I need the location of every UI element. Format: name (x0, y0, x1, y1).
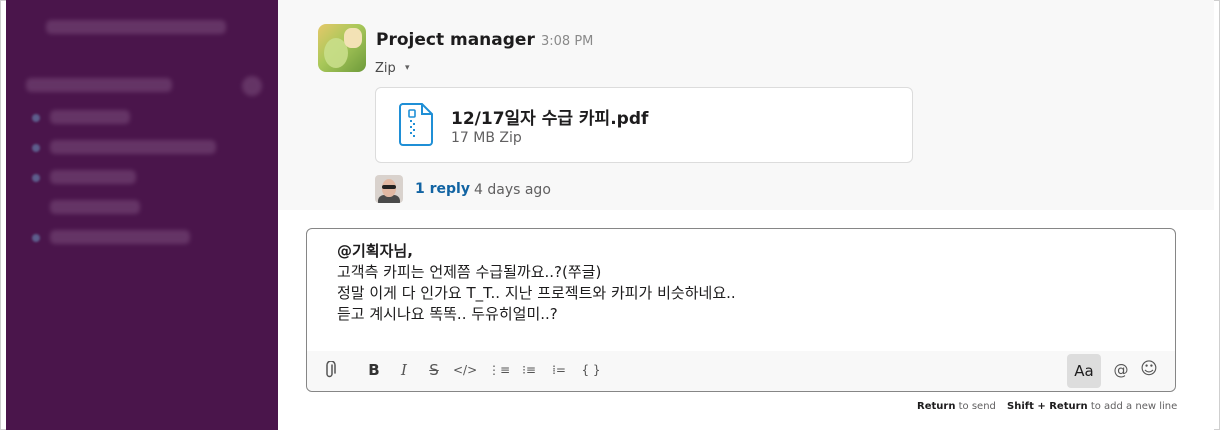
message-line: 듣고 계시나요 똑똑.. 두유히얼미..? (337, 305, 558, 323)
message-input[interactable]: @기획자님, 고객측 카피는 언제쯤 수급될까요..?(쭈글) 정말 이게 다 … (337, 241, 736, 325)
blurred-sidebar-item (50, 140, 216, 154)
file-name[interactable]: 12/17일자 수급 카피.pdf (451, 104, 648, 129)
code-block-button[interactable]: { } (579, 363, 603, 377)
newline-hint-text: to add a new line (1087, 401, 1178, 412)
block-quote-button[interactable]: ⁞= (547, 363, 571, 377)
author-name[interactable]: Project manager (376, 30, 535, 50)
thread-last-reply-time: 4 days ago (474, 182, 551, 198)
bulleted-list-button[interactable]: ⁝≡ (517, 363, 541, 377)
send-hint: Return to send (917, 401, 996, 412)
workspace-sidebar (6, 0, 278, 430)
mention-button[interactable]: @ (1111, 361, 1131, 379)
send-key: Return (917, 401, 956, 412)
newline-key: Shift + Return (1007, 401, 1088, 412)
blurred-presence-dot (32, 234, 40, 242)
attach-file-button[interactable] (321, 360, 339, 383)
blurred-sidebar-item (50, 170, 136, 184)
blurred-presence-dot (32, 144, 40, 152)
thread-reply-link[interactable]: 1 reply (415, 181, 470, 197)
file-meta: 17 MB Zip (451, 130, 522, 146)
newline-hint: Shift + Return to add a new line (1007, 401, 1177, 412)
formatting-toggle-button[interactable]: Aa (1067, 354, 1101, 388)
code-button[interactable]: </> (453, 363, 477, 377)
file-attachment-card[interactable]: 12/17일자 수급 카피.pdf 17 MB Zip (375, 87, 913, 163)
blurred-section-header (26, 78, 172, 92)
blurred-sidebar-item (50, 200, 140, 214)
blurred-sidebar-item (50, 230, 190, 244)
blurred-sidebar-item (46, 20, 226, 34)
message-timestamp[interactable]: 3:08 PM (541, 34, 593, 49)
reply-user-avatar[interactable] (375, 175, 403, 203)
blurred-presence-dot (32, 174, 40, 182)
message-line: 고객측 카피는 언제쯤 수급될까요..?(쭈글) (337, 263, 602, 281)
strikethrough-button[interactable]: S (425, 361, 443, 379)
attachment-type-label[interactable]: Zip (375, 61, 396, 76)
blurred-sidebar-item (50, 110, 130, 124)
message-line: 정말 이게 다 인가요 T_T.. 지난 프로젝트와 카피가 비슷하네요.. (337, 284, 736, 302)
chevron-down-icon[interactable]: ▾ (405, 63, 410, 73)
mention-line: @기획자님, (337, 242, 413, 260)
message-composer[interactable]: @기획자님, 고객측 카피는 언제쯤 수급될까요..?(쭈글) 정말 이게 다 … (306, 228, 1176, 392)
blurred-add-icon (242, 76, 262, 96)
send-hint-text: to send (955, 401, 996, 412)
zip-file-icon (398, 102, 434, 150)
bold-button[interactable]: B (365, 361, 383, 379)
ordered-list-button[interactable]: ⋮≡ (487, 363, 511, 377)
blurred-presence-dot (32, 114, 40, 122)
formatting-toolbar: B I S </> ⋮≡ ⁝≡ ⁞= { } Aa @ ☺ (307, 351, 1175, 391)
emoji-button[interactable]: ☺ (1139, 359, 1159, 379)
paperclip-icon (326, 360, 336, 378)
italic-button[interactable]: I (395, 361, 413, 379)
conversation-pane: Project manager 3:08 PM Zip ▾ 12/17일자 수급… (278, 0, 1214, 430)
message-item: Project manager 3:08 PM Zip ▾ 12/17일자 수급… (278, 0, 1214, 210)
author-avatar[interactable] (318, 24, 366, 72)
